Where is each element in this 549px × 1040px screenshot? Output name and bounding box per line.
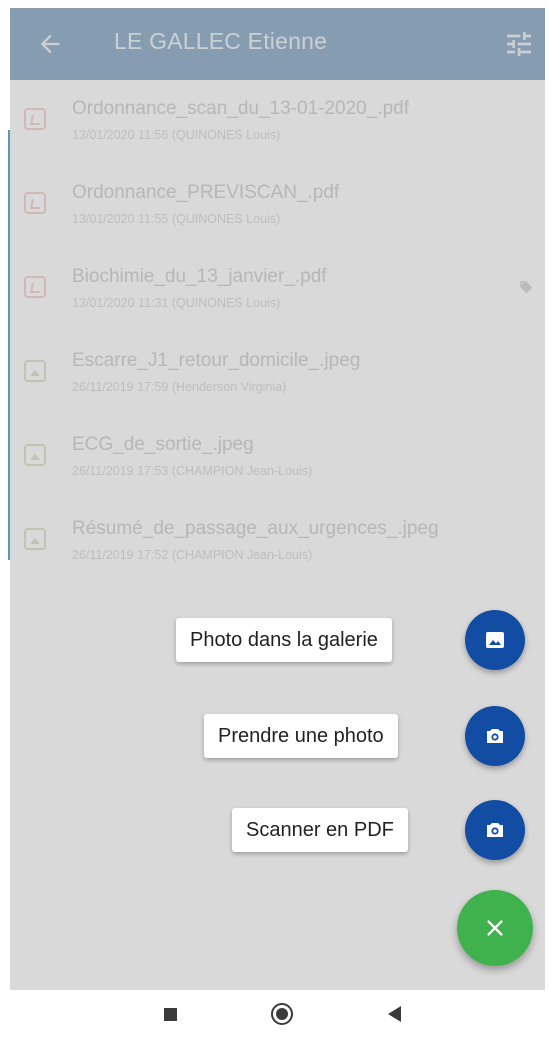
recents-icon[interactable]	[164, 1008, 177, 1021]
camera-icon	[487, 729, 503, 743]
image-icon	[486, 632, 504, 648]
home-icon[interactable]	[271, 1003, 293, 1025]
app-screen: LE GALLEC Etienne Ordonnance_scan_du_13-…	[10, 8, 545, 990]
left-edge	[0, 0, 10, 1040]
take-photo-button[interactable]	[465, 706, 525, 766]
take-photo-label[interactable]: Prendre une photo	[204, 714, 398, 758]
scan-pdf-button[interactable]	[465, 800, 525, 860]
gallery-label[interactable]: Photo dans la galerie	[176, 618, 392, 662]
scan-pdf-label[interactable]: Scanner en PDF	[232, 808, 408, 852]
nav-back-icon[interactable]	[388, 1006, 401, 1022]
gallery-button[interactable]	[465, 610, 525, 670]
camera-icon	[487, 823, 503, 837]
system-nav-bar	[0, 990, 549, 1040]
close-speed-dial-button[interactable]	[457, 890, 533, 966]
close-icon	[487, 920, 503, 936]
